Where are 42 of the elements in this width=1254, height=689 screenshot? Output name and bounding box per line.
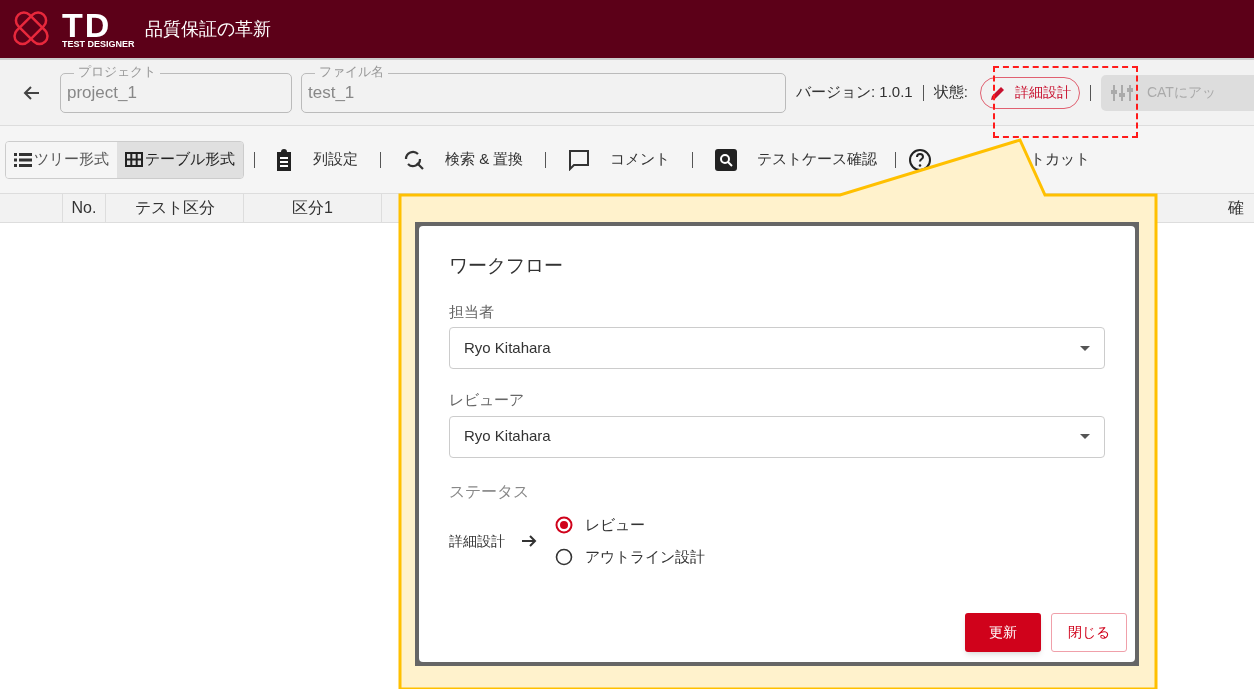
toolbar-button[interactable]: テストケース確認 (715, 148, 878, 171)
comment-icon (568, 148, 591, 171)
option-label: アウトライン設計 (585, 547, 705, 567)
version-text: バージョン: 1.0.1 (796, 82, 913, 103)
clipboard-icon (275, 148, 293, 171)
column-header[interactable]: テスト区分 (105, 194, 243, 222)
column-header[interactable]: 確 (1228, 194, 1244, 222)
current-status: 詳細設計 (449, 531, 505, 551)
toolbar-button[interactable]: コメント (568, 148, 671, 171)
search-icon (715, 148, 738, 171)
status-label: 状態: (933, 82, 968, 103)
radio-button[interactable] (555, 515, 573, 534)
dropdown-caret-icon (1080, 434, 1090, 439)
column-header[interactable]: No. (62, 194, 105, 222)
view-tab[interactable]: テーブル形式 (117, 141, 243, 178)
search-replace-icon (403, 148, 425, 171)
option-label: レビュー (585, 514, 645, 535)
help-icon[interactable] (908, 147, 933, 172)
file-name-label: ファイル名 (315, 63, 388, 80)
list-icon (14, 152, 32, 167)
dropdown-caret-icon (1080, 345, 1090, 351)
column-header[interactable]: 区分1 (243, 194, 382, 222)
radio-option[interactable]: アウトライン設計 (555, 546, 705, 569)
toolbar-button[interactable]: 列設定 (275, 148, 358, 171)
field-label: 担当者 (449, 301, 495, 322)
shortcut-label[interactable]: トカット (1030, 148, 1090, 171)
arrow-icon (521, 533, 537, 549)
dialog-button[interactable]: 閉じる (1051, 613, 1127, 652)
dialog-title: ワークフロー (449, 254, 564, 278)
toolbar-button[interactable]: 検索 & 置換 (403, 148, 524, 171)
logo-subtitle: TEST DESIGNER (62, 39, 135, 49)
dialog-button[interactable]: 更新 (965, 613, 1041, 652)
field-label: レビューア (449, 390, 525, 410)
logo-text: TD (62, 9, 112, 40)
select-field[interactable]: Ryo Kitahara (449, 327, 1105, 369)
select-field[interactable]: Ryo Kitahara (449, 415, 1105, 458)
radio-button[interactable] (555, 548, 573, 567)
status-section-label: ステータス (449, 481, 530, 502)
tagline: 品質保証の革新 (144, 17, 271, 41)
radio-option[interactable]: レビュー (555, 513, 705, 536)
grid-icon (125, 152, 143, 167)
project-label: プロジェクト (74, 63, 160, 80)
